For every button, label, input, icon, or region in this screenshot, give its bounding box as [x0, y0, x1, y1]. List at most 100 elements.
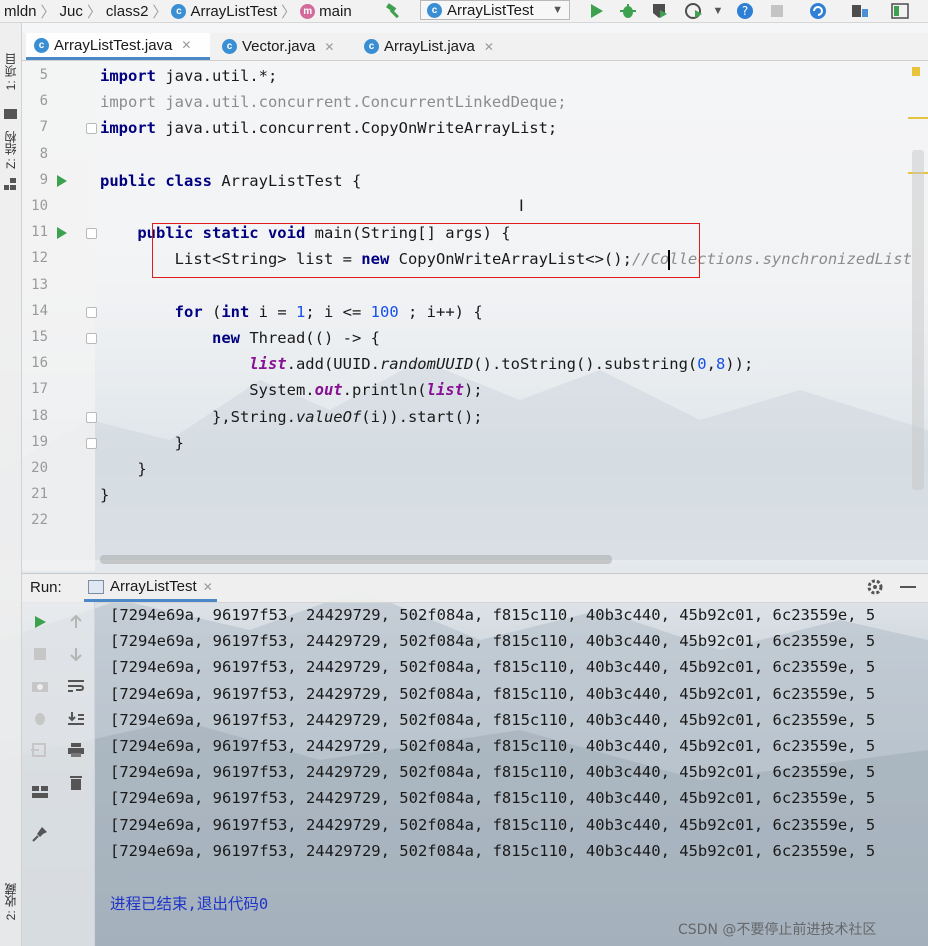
restore-layout-icon[interactable]	[30, 740, 50, 760]
tab-vector-java[interactable]: c Vector.java ✕	[214, 33, 352, 60]
run-gutter-icon[interactable]	[57, 227, 67, 240]
code-line: },String.valueOf(i)).start();	[100, 404, 483, 430]
console-output-line: [7294e69a, 96197f53, 24429729, 502f084a,…	[110, 606, 876, 624]
code-token: int	[221, 302, 250, 321]
print-icon[interactable]	[66, 740, 86, 760]
line-number: 5	[39, 67, 48, 83]
code-token: ().toString().substring(	[473, 355, 698, 374]
folder-icon	[4, 109, 17, 119]
fold-marker-icon[interactable]	[86, 411, 97, 423]
run-icon[interactable]	[586, 1, 606, 21]
tab-arraylist-java[interactable]: c ArrayList.java ✕	[356, 33, 508, 60]
fold-marker-icon[interactable]	[86, 228, 97, 240]
console-icon	[88, 579, 104, 594]
soft-wrap-icon[interactable]	[66, 676, 86, 696]
run-panel-toolbar	[22, 602, 95, 946]
warning-marker[interactable]	[908, 117, 928, 119]
code-token: );	[463, 381, 483, 400]
line-number: 7	[39, 119, 48, 136]
tab-arraylisttest-java[interactable]: c ArrayListTest.java ✕	[26, 33, 210, 60]
structure-icon	[4, 175, 16, 190]
arrow-up-icon[interactable]	[66, 612, 86, 632]
line-number: 14	[31, 302, 48, 319]
update-icon[interactable]	[808, 1, 828, 21]
code-token: i =	[249, 302, 296, 321]
debug-bug-icon[interactable]	[618, 1, 638, 21]
code-token: .add(UUID.	[286, 355, 380, 374]
code-line: }	[100, 482, 109, 508]
favorites-tool-tab[interactable]: 2: 收藏	[2, 883, 19, 920]
code-token: list	[249, 355, 287, 374]
coverage-icon[interactable]	[650, 1, 670, 21]
fold-marker-icon[interactable]	[86, 123, 97, 135]
breadcrumb-item-class[interactable]: ArrayListTest	[190, 3, 277, 20]
toggle-panel-icon[interactable]	[890, 1, 910, 21]
console-output-line: [7294e69a, 96197f53, 24429729, 502f084a,…	[110, 658, 876, 677]
editor-tab-bar: c ArrayListTest.java ✕ c Vector.java ✕ c…	[22, 33, 928, 61]
layout-icon[interactable]	[30, 782, 50, 802]
line-number: 20	[31, 460, 48, 476]
project-tool-tab[interactable]: 1: 项目	[2, 53, 19, 90]
editor-vertical-scrollbar[interactable]	[912, 150, 924, 490]
code-line: System.out.println(list);	[100, 377, 483, 403]
scroll-to-end-icon[interactable]	[66, 708, 86, 728]
arrow-down-icon[interactable]	[66, 644, 86, 664]
console-output[interactable]: 进程已结束,退出代码0 [7294e69a, 96197f53, 2442972…	[110, 602, 928, 946]
camera-icon[interactable]	[30, 676, 50, 696]
tab-label: ArrayList.java	[384, 38, 475, 55]
minimize-icon[interactable]	[900, 586, 916, 588]
line-number: 19	[31, 433, 48, 450]
chevron-down-icon[interactable]: ▼	[708, 1, 728, 21]
code-token: ));	[725, 355, 754, 374]
line-number: 15	[31, 329, 48, 345]
run-tab[interactable]: ArrayListTest ✕	[84, 574, 217, 602]
trash-icon[interactable]	[66, 772, 86, 792]
code-token: import java.util.concurrent.ConcurrentLi…	[100, 93, 567, 112]
code-token: (	[202, 302, 222, 321]
code-token: list	[426, 381, 464, 400]
console-output-line: [7294e69a, 96197f53, 24429729, 502f084a,…	[110, 789, 876, 808]
breadcrumb-item-project[interactable]: mldn	[4, 3, 37, 20]
breadcrumb-item-package[interactable]: Juc	[60, 3, 83, 20]
rerun-icon[interactable]	[30, 612, 50, 632]
pin-icon[interactable]	[30, 824, 50, 844]
warning-marker-icon[interactable]	[912, 67, 920, 76]
structure-tool-tab[interactable]: Z: 结构	[2, 131, 19, 169]
stop-icon[interactable]	[30, 644, 50, 664]
code-token: public class	[100, 171, 212, 190]
console-output-line: [7294e69a, 96197f53, 24429729, 502f084a,…	[110, 815, 876, 834]
gear-icon[interactable]	[866, 578, 884, 600]
close-icon[interactable]: ✕	[324, 40, 334, 54]
project-structure-icon[interactable]	[850, 1, 870, 21]
breadcrumb-item-subpackage[interactable]: class2	[106, 3, 149, 20]
mouse-ibeam-cursor-icon: I	[519, 196, 524, 215]
breadcrumb-separator: 〉	[152, 4, 168, 21]
code-editor[interactable]: import java.util.*; import java.util.conc…	[100, 61, 912, 571]
code-token: ,	[706, 355, 716, 374]
code-line: public class ArrayListTest {	[100, 168, 361, 194]
run-configuration-dropdown[interactable]: c ArrayListTest ▼	[420, 0, 570, 20]
code-token: valueOf	[295, 407, 362, 426]
code-token: Thread(() -> {	[239, 329, 380, 347]
fold-marker-icon[interactable]	[86, 306, 97, 318]
build-hammer-icon[interactable]	[384, 1, 404, 21]
help-icon[interactable]: ?	[735, 1, 755, 21]
line-number: 16	[31, 355, 48, 372]
close-icon[interactable]: ✕	[484, 40, 494, 54]
stop-icon[interactable]	[767, 1, 787, 21]
editor-horizontal-scrollbar[interactable]	[100, 555, 612, 564]
fold-marker-icon[interactable]	[86, 437, 97, 449]
close-icon[interactable]: ✕	[203, 580, 213, 594]
profile-icon[interactable]	[684, 1, 704, 21]
close-icon[interactable]: ✕	[181, 38, 191, 52]
settings-bug-icon[interactable]	[30, 708, 50, 728]
fold-marker-icon[interactable]	[86, 333, 97, 344]
code-token: 8	[715, 355, 726, 374]
code-token: import	[100, 67, 156, 85]
code-token: }	[100, 460, 147, 478]
breadcrumb-item-method[interactable]: main	[319, 3, 352, 20]
run-gutter-icon[interactable]	[57, 174, 67, 187]
run-panel-label: Run:	[30, 579, 62, 596]
code-token: System.	[100, 381, 315, 400]
code-line: list.add(UUID.randomUUID().toString().su…	[100, 351, 753, 377]
